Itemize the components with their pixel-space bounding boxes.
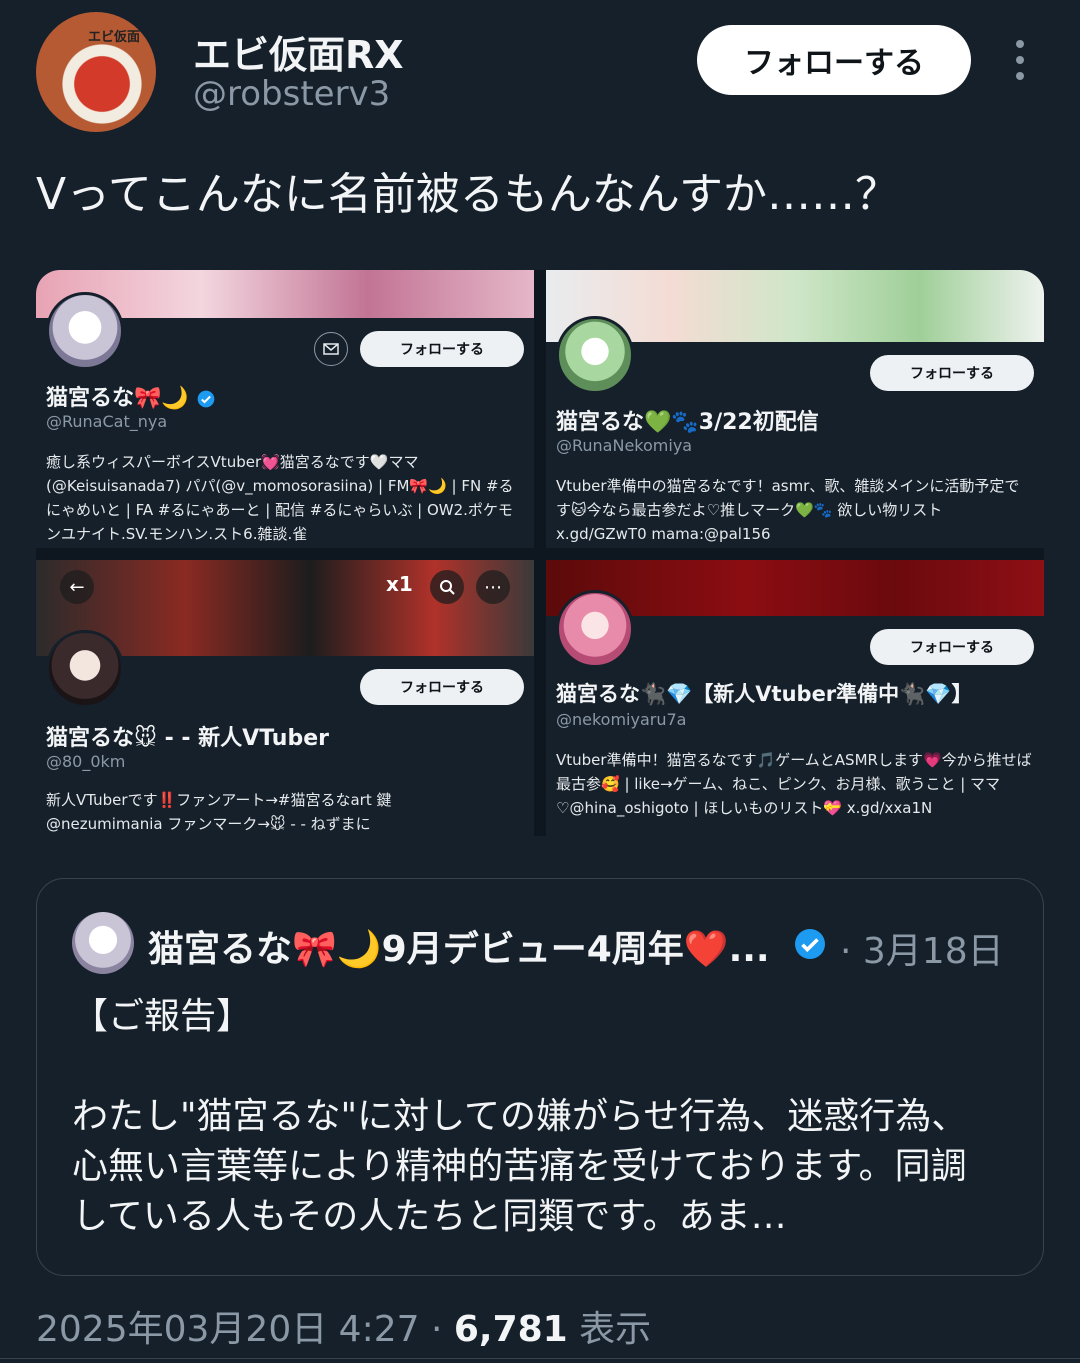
card-bio: Vtuber準備中の猫宮るなです！asmr、歌、雑談メインに活動予定です🐱今なら… (556, 477, 1020, 543)
view-count: 6,781 (453, 1309, 568, 1350)
card-bio: 新人VTuberです‼️ファンアート→#猫宮るなart 鍵 @nezumiman… (46, 791, 392, 833)
card-handle: @nekomiyaru7a (556, 710, 687, 729)
author-display-name[interactable]: エビ仮面RX (193, 24, 404, 79)
tweet-meta: 2025年03月20日 4:27 · 6,781 表示 (36, 1300, 651, 1352)
media-card-4[interactable]: フォローする 猫宮るな🐈‍⬛💎【新人Vtuber準備中🐈‍⬛💎】 @nekomi… (546, 560, 1044, 836)
quoted-body: 【ご報告】 わたし"猫宮るな"に対しての嫌がらせ行為、迷惑行為、心無い言葉等によ… (72, 996, 968, 1237)
message-icon[interactable] (314, 332, 348, 366)
tweet-timestamp[interactable]: 2025年03月20日 4:27 · (36, 1309, 454, 1350)
more-options-icon[interactable] (1008, 40, 1032, 80)
follow-button[interactable]: フォローする (697, 25, 971, 95)
card-handle: @80_0km (46, 752, 126, 771)
zoom-label: x1 (386, 572, 413, 596)
card-handle: @RunaCat_nya (46, 412, 168, 431)
card-name: 猫宮るな🎀🌙 (46, 380, 216, 412)
card-handle: @RunaNekomiya (556, 436, 693, 455)
profile-avatar (46, 630, 124, 708)
search-icon[interactable] (430, 570, 464, 604)
card-follow-button[interactable]: フォローする (870, 355, 1034, 391)
card-name: 猫宮るな💚🐾3/22初配信 (556, 410, 819, 435)
profile-avatar (556, 316, 634, 394)
card-name-text: 猫宮るな🎀🌙 (46, 386, 189, 411)
tweet-media-grid[interactable]: フォローする 猫宮るな🎀🌙 @RunaCat_nya 癒し系ウィスパーボイスVt… (36, 270, 1044, 836)
verified-badge-icon (198, 390, 215, 408)
card-follow-button[interactable]: フォローする (870, 629, 1034, 665)
avatar-text: エビ仮面 (88, 30, 141, 45)
card-bio: Vtuber準備中！猫宮るなです🎵ゲームとASMRします💗今から推せば最古参🥰 … (556, 751, 1032, 817)
media-card-2[interactable]: フォローする 猫宮るな💚🐾3/22初配信 @RunaNekomiya Vtube… (546, 270, 1044, 548)
more-icon[interactable]: ⋯ (476, 570, 510, 604)
quoted-date: · 3月18日 (840, 931, 1004, 972)
profile-avatar (556, 590, 634, 668)
media-card-1[interactable]: フォローする 猫宮るな🎀🌙 @RunaCat_nya 癒し系ウィスパーボイスVt… (36, 270, 534, 548)
profile-avatar (46, 292, 124, 370)
card-name: 猫宮るな🐭 - - 新人VTuber (46, 726, 329, 751)
verified-badge-icon (795, 929, 825, 959)
tweet-text: Vってこんなに名前被るもんなんすか……？ (36, 169, 900, 220)
back-arrow-icon[interactable]: ← (60, 570, 94, 604)
author-handle[interactable]: @robsterv3 (193, 74, 390, 114)
quoted-author-avatar[interactable] (72, 912, 134, 974)
divider (0, 1358, 1080, 1359)
quoted-author-name[interactable]: 猫宮るな🎀🌙9月デビュー4周年❤️... (148, 920, 770, 972)
author-avatar[interactable]: エビ仮面 (36, 12, 156, 132)
card-follow-button[interactable]: フォローする (360, 669, 524, 705)
view-label: 表示 (567, 1309, 652, 1350)
media-card-3[interactable]: ← x1 ⋯ フォローする 猫宮るな🐭 - - 新人VTuber @80_0km… (36, 560, 534, 836)
card-bio: 癒し系ウィスパーボイスVtuber💓猫宮るなです🤍ママ(@Keisuisanad… (46, 453, 514, 543)
card-follow-button[interactable]: フォローする (360, 331, 524, 367)
card-name: 猫宮るな🐈‍⬛💎【新人Vtuber準備中🐈‍⬛💎】 (556, 682, 973, 706)
